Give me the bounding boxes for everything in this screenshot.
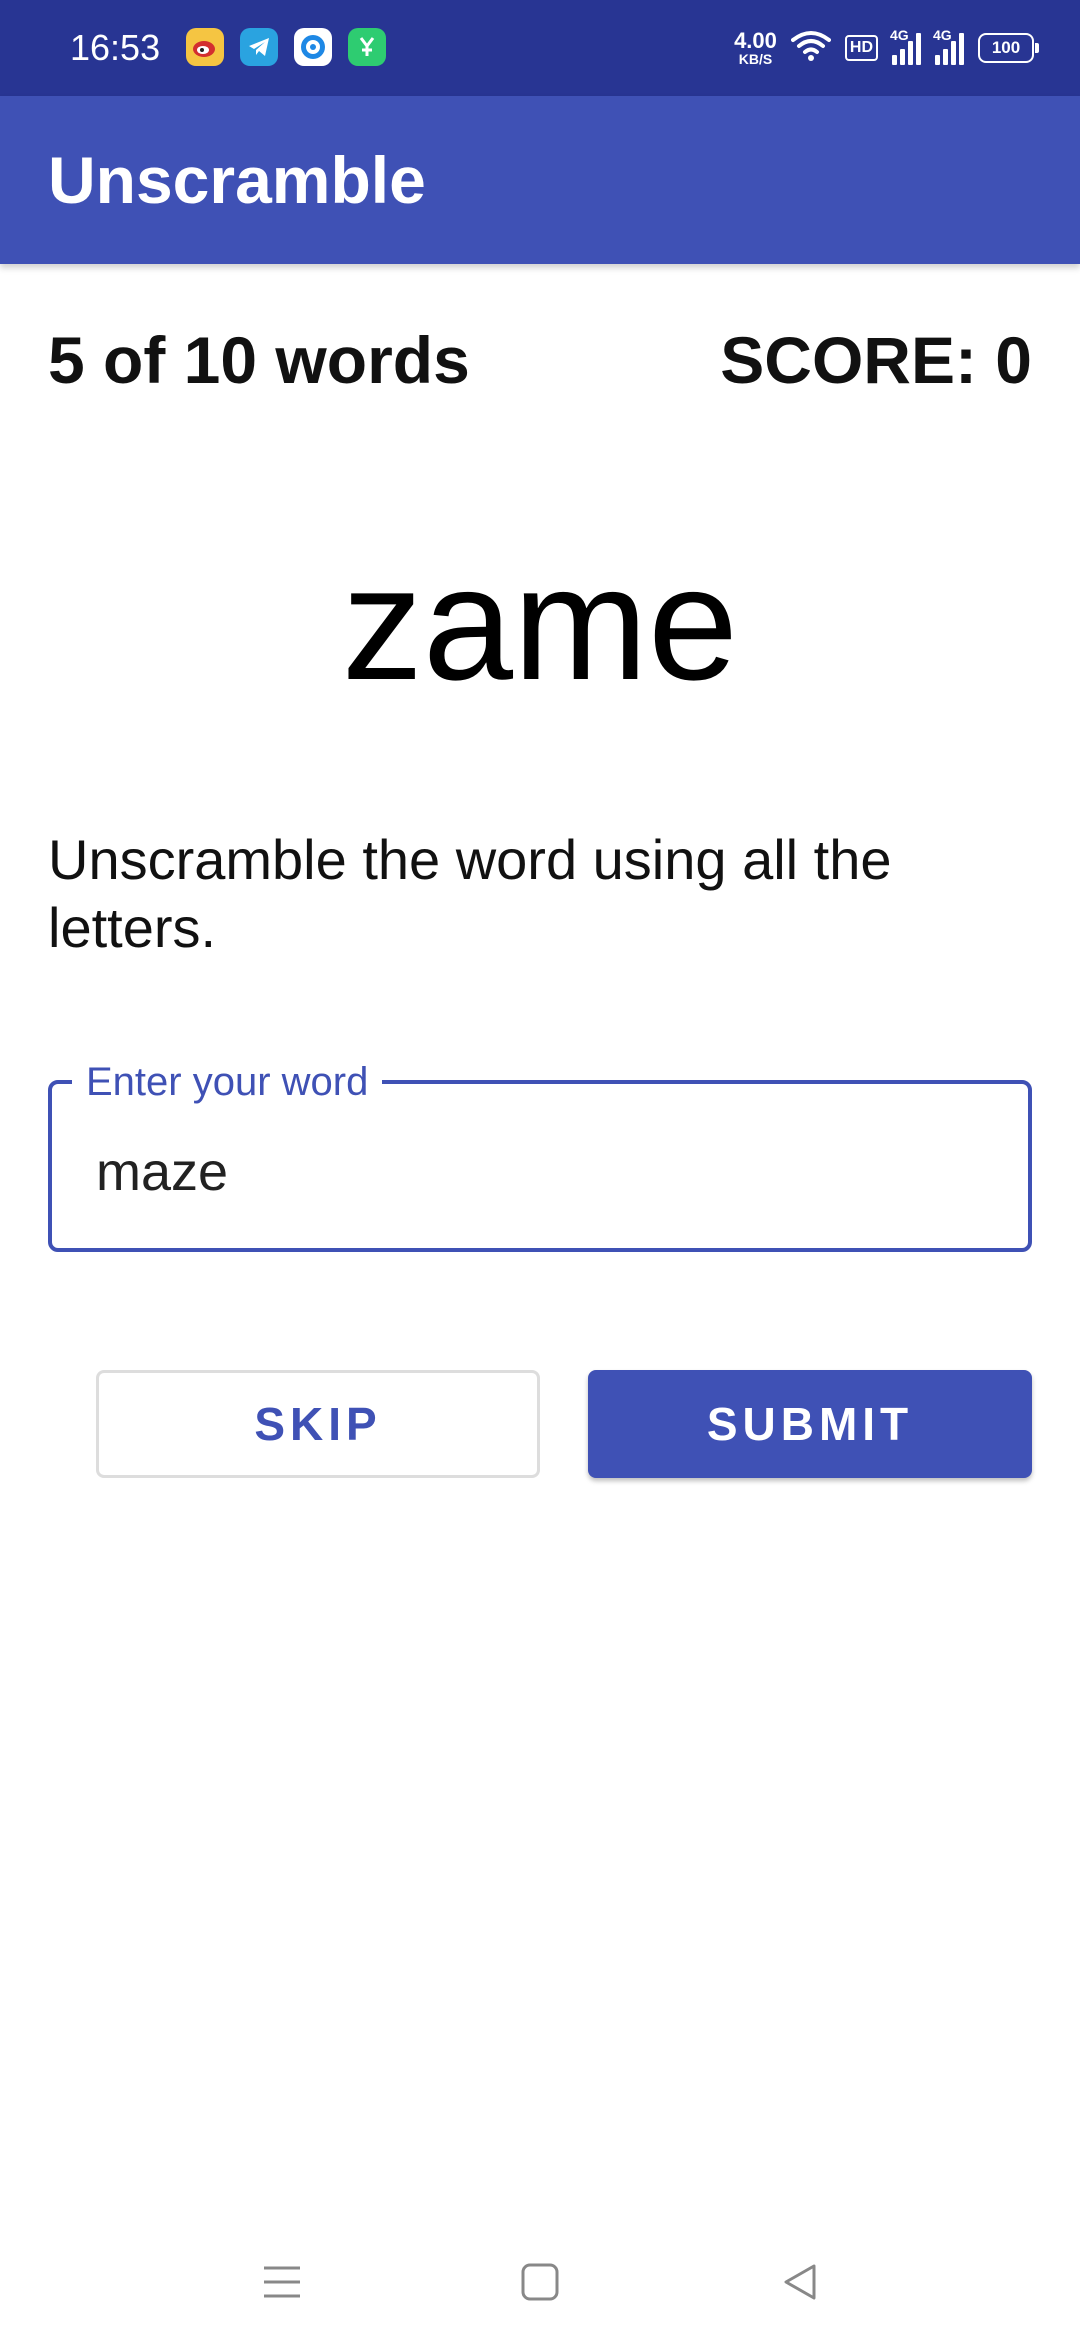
- skip-button[interactable]: SKIP: [96, 1370, 540, 1478]
- green-app-icon: [348, 28, 386, 66]
- word-input[interactable]: [96, 1140, 976, 1204]
- network-speed-unit: KB/S: [738, 51, 773, 67]
- navigation-bar: [0, 2220, 1080, 2340]
- status-app-icons: [186, 28, 386, 66]
- status-time: 16:53: [70, 27, 161, 68]
- battery-icon: 100: [978, 33, 1039, 63]
- app-title: Unscramble: [48, 143, 426, 217]
- score: SCORE: 0: [720, 323, 1032, 397]
- word-input-label: Enter your word: [72, 1058, 383, 1106]
- word-input-field[interactable]: Enter your word: [48, 1058, 1032, 1252]
- status-indicators: 4.00 KB/S HD 4G 4G 100: [734, 22, 1039, 74]
- browser-icon: [294, 28, 332, 66]
- signal-strength-1-icon: 4G: [890, 27, 921, 65]
- signal-1-label: 4G: [890, 27, 909, 43]
- wifi-icon: [790, 30, 831, 67]
- instructions: Unscramble the word using all the letter…: [48, 828, 892, 959]
- hd-voice-icon: HD: [844, 35, 878, 61]
- telegram-icon: [240, 28, 278, 66]
- scrambled-word: zame: [341, 533, 739, 714]
- submit-button[interactable]: SUBMIT: [588, 1370, 1032, 1478]
- status-bar: 16:53 4.00 KB/S HD 4G 4G 100: [0, 0, 1080, 96]
- menu-icon[interactable]: [252, 2252, 312, 2312]
- signal-2-label: 4G: [933, 27, 952, 43]
- weibo-icon: [186, 28, 224, 66]
- word-count: 5 of 10 words: [48, 323, 470, 397]
- back-icon[interactable]: [770, 2252, 830, 2312]
- app-bar: Unscramble: [0, 96, 1080, 264]
- home-icon[interactable]: [510, 2252, 570, 2312]
- network-speed: 4.00 KB/S: [734, 28, 777, 67]
- signal-strength-2-icon: 4G: [933, 27, 964, 65]
- network-speed-value: 4.00: [734, 28, 777, 53]
- screen: 16:53 4.00 KB/S HD 4G 4G 100 Unscramble …: [0, 0, 1080, 2340]
